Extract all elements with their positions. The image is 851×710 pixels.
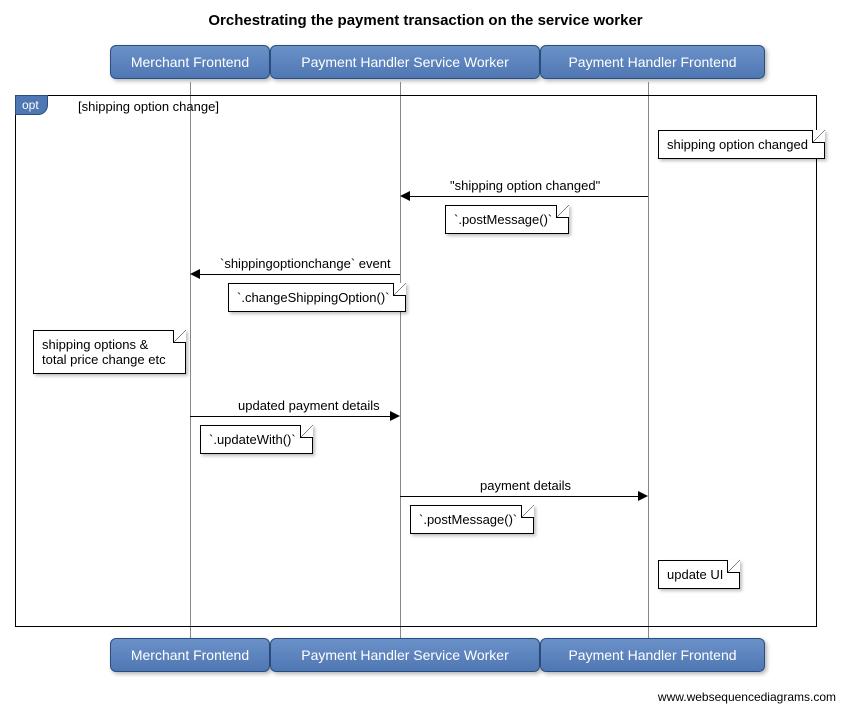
note-shipping-option-changed: shipping option changed [658, 130, 825, 159]
note-shipping-options-price: shipping options & total price change et… [33, 330, 186, 374]
footer-attribution: www.websequencediagrams.com [658, 690, 836, 704]
participant-phfrontend-bottom: Payment Handler Frontend [540, 638, 765, 672]
participant-merchant-bottom: Merchant Frontend [110, 638, 270, 672]
arrowhead-payment-details [638, 491, 648, 501]
participant-serviceworker-bottom: Payment Handler Service Worker [270, 638, 540, 672]
arrow-updated-payment-details [190, 416, 390, 417]
note-text-line2: total price change etc [42, 352, 166, 367]
arrowhead-shippingoptionchange [190, 269, 200, 279]
opt-fragment-guard: [shipping option change] [78, 99, 219, 114]
note-updatewith: `.updateWith()` [200, 425, 313, 454]
arrowhead-updated-payment-details [390, 411, 400, 421]
arrowhead-shipping-option-changed [400, 191, 410, 201]
participant-serviceworker-top: Payment Handler Service Worker [270, 45, 540, 79]
opt-fragment-label: opt [15, 95, 48, 115]
note-text-line1: shipping options & [42, 337, 148, 352]
msg-label-updated-payment-details: updated payment details [238, 398, 380, 413]
msg-label-shipping-option-changed: "shipping option changed" [450, 178, 600, 193]
arrow-payment-details [400, 496, 638, 497]
note-change-shipping-option: `.changeShippingOption()` [228, 283, 406, 312]
sequence-diagram: Orchestrating the payment transaction on… [0, 0, 851, 710]
diagram-title: Orchestrating the payment transaction on… [0, 12, 851, 29]
note-postmessage-1: `.postMessage()` [445, 205, 569, 234]
arrow-shippingoptionchange [200, 274, 400, 275]
participant-phfrontend-top: Payment Handler Frontend [540, 45, 765, 79]
participant-merchant-top: Merchant Frontend [110, 45, 270, 79]
msg-label-payment-details: payment details [480, 478, 571, 493]
note-update-ui: update UI [658, 560, 740, 589]
note-postmessage-2: `.postMessage()` [410, 505, 534, 534]
msg-label-shippingoptionchange: `shippingoptionchange` event [220, 256, 391, 271]
arrow-shipping-option-changed [410, 196, 648, 197]
